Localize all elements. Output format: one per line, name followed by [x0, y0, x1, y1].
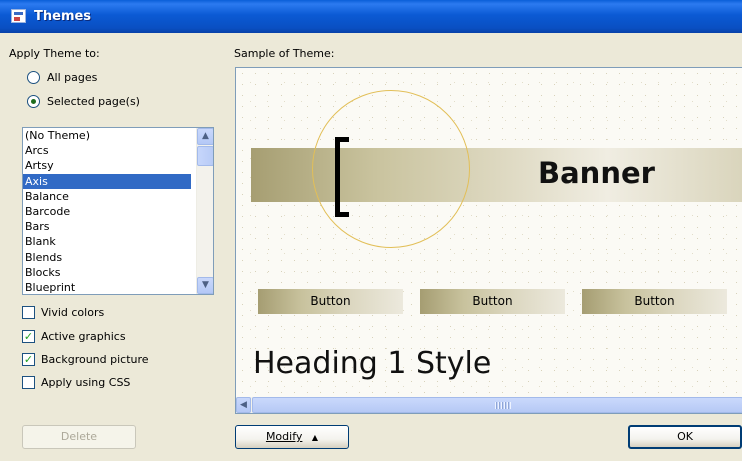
scroll-left-icon[interactable]: ◀ [236, 397, 251, 413]
banner-text: Banner [538, 156, 655, 190]
apply-theme-label: Apply Theme to: [9, 47, 100, 60]
scroll-thumb[interactable] [252, 397, 742, 413]
vivid-colors-label[interactable]: Vivid colors [41, 306, 104, 319]
scroll-thumb[interactable] [197, 146, 213, 166]
title-bar[interactable]: Themes [0, 0, 742, 33]
window-title: Themes [34, 9, 92, 24]
scroll-grip-icon [495, 402, 511, 409]
list-item-selected[interactable]: Axis [23, 173, 191, 189]
preview-button: Button [258, 289, 403, 314]
sample-theme-label: Sample of Theme: [234, 47, 335, 60]
list-item[interactable]: Blank [23, 234, 191, 249]
preview-button: Button [420, 289, 565, 314]
list-item[interactable]: Bars [23, 219, 191, 234]
bracket-graphic [335, 137, 349, 217]
list-item[interactable]: Balance [23, 189, 191, 204]
active-graphics-checkbox[interactable]: ✓ [22, 330, 35, 343]
list-item[interactable]: Barcode [23, 204, 191, 219]
all-pages-label[interactable]: All pages [47, 71, 97, 84]
chevron-up-icon: ▲ [311, 433, 319, 442]
themes-app-icon [11, 9, 26, 23]
selected-pages-label[interactable]: Selected page(s) [47, 95, 140, 108]
list-item[interactable]: Blocks [23, 265, 191, 280]
scroll-up-icon[interactable]: ▲ [197, 128, 213, 145]
modify-button[interactable]: Modify ▲ [235, 425, 349, 449]
list-item[interactable]: Blueprint [23, 280, 191, 294]
heading-1-sample: Heading 1 Style [253, 346, 492, 381]
apply-css-checkbox[interactable] [22, 376, 35, 389]
scroll-down-icon[interactable]: ▼ [197, 277, 213, 294]
radio-all-pages[interactable] [27, 71, 40, 84]
theme-listbox[interactable]: (No Theme) Arcs Artsy Axis Balance Barco… [22, 127, 214, 295]
list-item[interactable]: Blends [23, 250, 191, 265]
background-picture-checkbox[interactable]: ✓ [22, 353, 35, 366]
vivid-colors-checkbox[interactable] [22, 306, 35, 319]
list-item[interactable]: Arcs [23, 143, 191, 158]
ok-button[interactable]: OK [628, 425, 742, 449]
apply-css-label[interactable]: Apply using CSS [41, 376, 130, 389]
list-item[interactable]: (No Theme) [23, 128, 191, 143]
background-picture-label[interactable]: Background picture [41, 353, 149, 366]
preview-horizontal-scrollbar[interactable]: ◀ [236, 397, 742, 413]
theme-preview: Banner Button Button Button Heading 1 St… [235, 67, 742, 414]
preview-button: Button [582, 289, 727, 314]
modify-label: Modify [265, 430, 303, 443]
delete-button[interactable]: Delete [22, 425, 136, 449]
list-item[interactable]: Artsy [23, 158, 191, 173]
theme-list-scrollbar[interactable]: ▲ ▼ [196, 128, 213, 294]
radio-selected-pages[interactable] [27, 95, 40, 108]
active-graphics-label[interactable]: Active graphics [41, 330, 126, 343]
